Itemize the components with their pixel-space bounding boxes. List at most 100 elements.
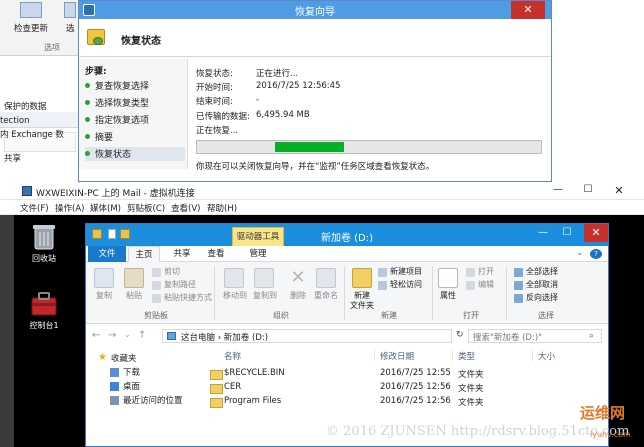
recycle-bin-label: 回收站 <box>32 254 56 263</box>
copy-path-button[interactable]: 复制路径 <box>164 279 196 290</box>
cut-button[interactable]: 剪切 <box>164 266 180 277</box>
paste-button[interactable]: 粘贴 <box>120 290 148 301</box>
wizard-step[interactable]: 选择恢复类型 <box>85 96 185 110</box>
wizard-titlebar[interactable]: 恢复向导 ✕ <box>79 1 551 19</box>
restore-status-badge-icon <box>93 37 103 45</box>
table-row[interactable]: Program Files 2016/7/25 12:56 文件夹 <box>202 396 606 409</box>
explorer-minimize-button[interactable]: — <box>534 227 552 241</box>
end-time-label: 结束时间: <box>196 97 233 107</box>
vm-minimize-button[interactable]: — <box>548 184 568 198</box>
vm-menubar: 文件(F) 操作(A) 媒体(M) 剪贴板(C) 查看(V) 帮助(H) <box>0 200 644 215</box>
tab-view[interactable]: 查看 <box>202 246 230 262</box>
vm-close-button[interactable]: ✕ <box>608 184 630 198</box>
steps-heading: 步骤: <box>85 67 107 77</box>
column-header-size[interactable]: 大小 <box>538 350 555 362</box>
tab-home[interactable]: 主页 <box>128 246 160 262</box>
search-icon: ⌕ <box>589 331 595 341</box>
new-group-label: 新建 <box>381 311 397 320</box>
control-panel-label: 控制台1 <box>29 321 59 330</box>
explorer-maximize-button[interactable]: ☐ <box>558 227 576 241</box>
select-none-button[interactable]: 全部取消 <box>526 279 558 290</box>
column-header-type[interactable]: 类型 <box>458 350 475 362</box>
wizard-step-current[interactable]: 恢复状态 <box>85 147 185 161</box>
copy-to-button[interactable]: 复制到 <box>250 290 280 301</box>
invert-selection-button[interactable]: 反向选择 <box>526 292 558 303</box>
edit-button[interactable]: 编辑 <box>478 279 494 290</box>
refresh-icon[interactable]: ↻ <box>456 330 464 340</box>
open-icon <box>466 268 475 277</box>
menu-help[interactable]: 帮助(H) <box>207 202 237 214</box>
vm-titlebar[interactable]: WXWEIXIN-PC 上的 Mail - 虚拟机连接 — ☐ ✕ <box>0 183 644 200</box>
nav-item-exchange[interactable]: 内 Exchange 数 <box>0 128 64 140</box>
start-time-label: 开始时间: <box>196 83 233 93</box>
copy-path-icon <box>152 281 161 290</box>
column-separator[interactable] <box>452 349 453 361</box>
new-item-button[interactable]: 新建项目 <box>390 266 422 277</box>
transferred-label: 已传输的数据: <box>196 112 250 122</box>
back-arrow-icon[interactable]: ← <box>92 330 100 341</box>
explorer-close-button[interactable]: ✕ <box>584 224 608 242</box>
table-row[interactable]: $RECYCLE.BIN 2016/7/25 12:55 文件夹 <box>202 368 606 381</box>
rename-button[interactable]: 重命名 <box>310 290 342 301</box>
help-icon[interactable]: ? <box>590 249 602 259</box>
tab-file[interactable]: 文件 <box>88 246 126 262</box>
menu-clipboard[interactable]: 剪贴板(C) <box>127 202 165 214</box>
properties-button[interactable]: 属性 <box>436 290 460 301</box>
menu-file[interactable]: 文件(F) <box>20 202 49 214</box>
menu-media[interactable]: 媒体(M) <box>90 202 121 214</box>
vm-desktop: 回收站 控制台1 驱动器工具 新加卷 (D:) — ☐ ✕ 文件 主页 共享 查… <box>0 215 644 447</box>
file-explorer-window: 驱动器工具 新加卷 (D:) — ☐ ✕ 文件 主页 共享 查看 管理 ⌄ ? … <box>85 223 609 447</box>
move-to-button[interactable]: 移动到 <box>220 290 250 301</box>
wizard-step[interactable]: 复查恢复选择 <box>85 79 185 93</box>
recent-places-icon <box>110 396 119 405</box>
ribbon-expand-chevron-icon[interactable]: ⌄ <box>576 248 584 258</box>
nav-item-protected-data[interactable]: 保护的数据 <box>4 100 47 112</box>
check-updates-button[interactable]: 检查更新 <box>14 22 48 34</box>
recent-dropdown-icon[interactable]: ⌄ <box>124 330 131 339</box>
table-row[interactable]: CER 2016/7/25 12:56 文件夹 <box>202 382 606 395</box>
ribbon-separator <box>344 266 345 320</box>
tab-share[interactable]: 共享 <box>168 246 196 262</box>
vm-maximize-button[interactable]: ☐ <box>578 184 598 198</box>
watermark-logo-sub: iyunv.com <box>590 430 631 439</box>
wizard-step[interactable]: 指定恢复选项 <box>85 113 185 127</box>
column-separator[interactable] <box>532 349 533 361</box>
easy-access-button[interactable]: 轻松访问 <box>390 279 422 290</box>
select-all-icon <box>514 268 523 277</box>
column-header-name[interactable]: 名称 <box>224 350 241 362</box>
paste-shortcut-button[interactable]: 粘贴快捷方式 <box>164 292 212 303</box>
menu-action[interactable]: 操作(A) <box>55 202 84 214</box>
desktop-edge-strip <box>0 215 14 447</box>
vm-app-icon <box>22 186 32 196</box>
step-bullet-icon <box>85 100 90 105</box>
copy-icon <box>94 268 114 288</box>
copy-to-icon <box>254 268 274 288</box>
status-value: 正在进行... <box>256 69 299 79</box>
up-arrow-icon[interactable]: ↑ <box>138 330 146 341</box>
column-separator[interactable] <box>374 349 375 361</box>
recycle-bin-shortcut[interactable]: 回收站 <box>24 220 64 266</box>
options-button[interactable]: 选 <box>66 22 75 34</box>
move-to-icon <box>224 268 244 288</box>
recovery-wizard-window: 恢复向导 ✕ 恢复状态 步骤: 复查恢复选择 选择恢复类型 指定恢复选项 摘要 … <box>78 0 552 182</box>
nav-item-protection[interactable]: tection <box>0 116 30 126</box>
search-input[interactable]: 搜索"新加卷 (D:)" ⌕ <box>468 329 602 343</box>
column-header-modified[interactable]: 修改日期 <box>380 350 414 362</box>
nav-item-share[interactable]: 共享 <box>4 152 21 164</box>
computer-icon <box>167 332 176 340</box>
open-button[interactable]: 打开 <box>478 266 494 277</box>
forward-arrow-icon[interactable]: → <box>108 330 116 341</box>
delete-button[interactable]: 删除 <box>284 290 312 301</box>
address-bar[interactable]: 这台电脑 › 新加卷 (D:) <box>162 329 452 343</box>
wizard-close-button[interactable]: ✕ <box>511 1 545 19</box>
explorer-titlebar[interactable]: 驱动器工具 新加卷 (D:) — ☐ ✕ <box>86 224 608 246</box>
tab-manage[interactable]: 管理 <box>244 246 272 262</box>
star-icon: ★ <box>98 352 107 363</box>
copy-button[interactable]: 复制 <box>90 290 118 301</box>
control-panel-shortcut[interactable]: 控制台1 <box>24 287 64 333</box>
select-all-button[interactable]: 全部选择 <box>526 266 558 277</box>
wizard-step[interactable]: 摘要 <box>85 130 185 144</box>
options-icon <box>64 2 76 18</box>
menu-view[interactable]: 查看(V) <box>171 202 200 214</box>
search-placeholder: 搜索"新加卷 (D:)" <box>473 333 543 343</box>
